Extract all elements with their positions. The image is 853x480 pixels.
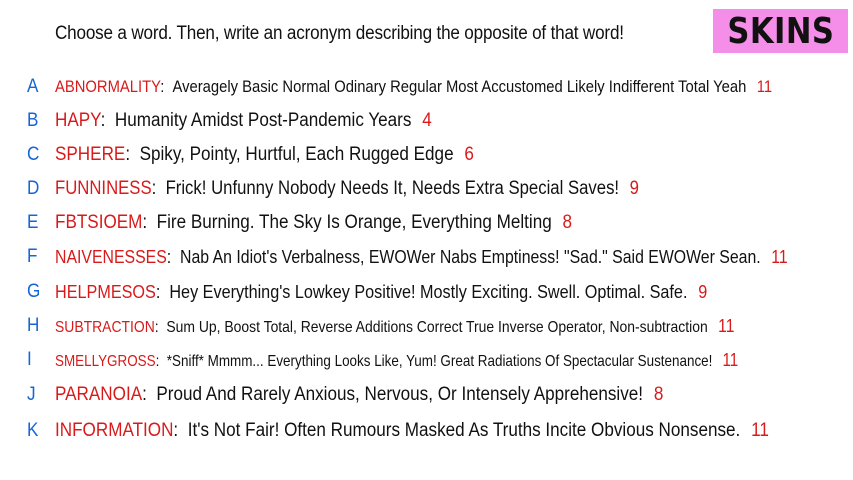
entry-letter: B <box>27 110 39 131</box>
entry-row: E FBTSIOEM: Fire Burning. The Sky Is Ora… <box>27 210 630 236</box>
entry-row: F NAIVENESSES: Nab An Idiot's Verbalness… <box>27 244 853 270</box>
entry-row: I SMELLYGROSS: *Sniff* Mmmm... Everythin… <box>27 347 853 373</box>
entry-letter: A <box>27 76 39 97</box>
entry-acronym: Humanity Amidst Post-Pandemic Years <box>114 110 412 131</box>
entry-list: A ABNORMALITY: Averagely Basic Normal Od… <box>0 0 853 480</box>
entry-row: K INFORMATION: It's Not Fair! Often Rumo… <box>27 418 848 444</box>
entry-acronym: Proud And Rarely Anxious, Nervous, Or In… <box>156 384 644 405</box>
entry-row: G HELPMESOS: Hey Everything's Lowkey Pos… <box>27 279 780 305</box>
entry-word: FUNNINESS <box>55 178 152 199</box>
entry-word: NAIVENESSES <box>55 246 167 267</box>
entry-count: 9 <box>698 281 708 302</box>
entry-row: J PARANOIA: Proud And Rarely Anxious, Ne… <box>27 382 731 408</box>
entry-row: D FUNNINESS: Frick! Unfunny Nobody Needs… <box>27 176 719 202</box>
entry-word: SPHERE <box>55 144 126 165</box>
entry-row: A ABNORMALITY: Averagely Basic Normal Od… <box>27 74 853 100</box>
entry-count: 11 <box>751 420 769 441</box>
entry-letter: D <box>27 178 40 199</box>
entry-word: ABNORMALITY <box>55 77 161 96</box>
entry-count: 9 <box>629 178 639 199</box>
entry-acronym: Nab An Idiot's Verbalness, EWOWer Nabs E… <box>180 246 761 267</box>
entry-count: 11 <box>771 246 788 267</box>
entry-line: ABNORMALITY: Averagely Basic Normal Odin… <box>55 77 773 96</box>
entry-line: HELPMESOS: Hey Everything's Lowkey Posit… <box>55 281 708 302</box>
entry-row: H SUBTRACTION: Sum Up, Boost Total, Reve… <box>27 313 836 339</box>
entry-line: NAIVENESSES: Nab An Idiot's Verbalness, … <box>55 246 788 267</box>
entry-row: C SPHERE: Spiky, Pointy, Hurtful, Each R… <box>27 142 520 168</box>
entry-letter: F <box>27 246 38 267</box>
entry-line: SMELLYGROSS: *Sniff* Mmmm... Everything … <box>55 349 739 370</box>
entry-line: PARANOIA: Proud And Rarely Anxious, Nerv… <box>55 384 664 405</box>
entry-acronym: Frick! Unfunny Nobody Needs It, Needs Ex… <box>165 178 620 199</box>
entry-acronym: *Sniff* Mmmm... Everything Looks Like, Y… <box>166 352 713 370</box>
entry-line: INFORMATION: It's Not Fair! Often Rumour… <box>55 420 769 441</box>
entry-word: HAPY <box>55 110 101 131</box>
entry-acronym: It's Not Fair! Often Rumours Masked As T… <box>187 420 741 441</box>
entry-acronym: Spiky, Pointy, Hurtful, Each Rugged Edge <box>139 144 454 165</box>
entry-letter: I <box>27 349 32 370</box>
entry-acronym: Hey Everything's Lowkey Positive! Mostly… <box>169 281 688 302</box>
entry-word: HELPMESOS <box>55 281 156 302</box>
entry-word: PARANOIA <box>55 384 143 405</box>
entry-letter: K <box>27 420 39 441</box>
entry-word: FBTSIOEM <box>55 212 143 233</box>
entry-count: 11 <box>722 349 739 370</box>
entry-count: 11 <box>718 315 735 336</box>
entry-word: SMELLYGROSS <box>55 352 156 370</box>
entry-letter: J <box>27 384 36 405</box>
entry-count: 8 <box>653 384 664 405</box>
entry-line: SPHERE: Spiky, Pointy, Hurtful, Each Rug… <box>55 144 474 165</box>
entry-count: 6 <box>464 144 474 165</box>
entry-letter: H <box>27 315 40 336</box>
entry-word: SUBTRACTION <box>55 318 155 336</box>
entry-count: 11 <box>756 77 773 96</box>
entry-acronym: Sum Up, Boost Total, Reverse Additions C… <box>166 318 708 336</box>
entry-word: INFORMATION <box>55 420 174 441</box>
entry-row: B HAPY: Humanity Amidst Post-Pandemic Ye… <box>27 108 474 134</box>
entry-line: FUNNINESS: Frick! Unfunny Nobody Needs I… <box>55 178 639 199</box>
entry-letter: G <box>27 281 41 302</box>
entry-count: 4 <box>422 110 432 131</box>
entry-acronym: Averagely Basic Normal Odinary Regular M… <box>172 77 747 96</box>
entry-line: FBTSIOEM: Fire Burning. The Sky Is Orang… <box>55 212 573 233</box>
entry-acronym: Fire Burning. The Sky Is Orange, Everyth… <box>156 212 552 233</box>
entry-line: HAPY: Humanity Amidst Post-Pandemic Year… <box>55 110 432 131</box>
entry-letter: E <box>27 212 39 233</box>
entry-count: 8 <box>562 212 573 233</box>
entry-line: SUBTRACTION: Sum Up, Boost Total, Revers… <box>55 315 735 336</box>
entry-letter: C <box>27 144 40 165</box>
